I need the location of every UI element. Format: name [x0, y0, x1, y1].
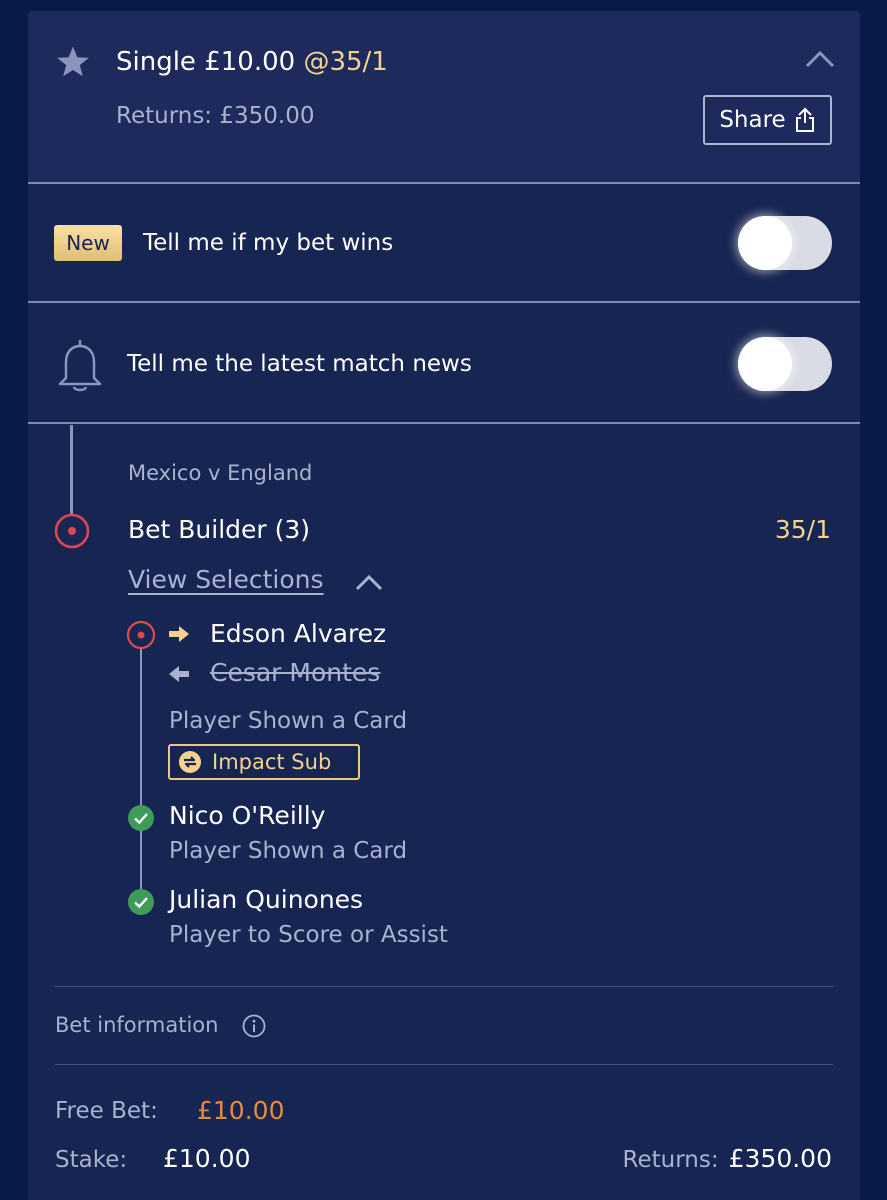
bet-builder-label: Bet Builder (3): [128, 515, 311, 544]
share-icon: [795, 107, 814, 132]
free-bet-label: Free Bet:: [55, 1098, 158, 1124]
arrow-left-icon: [169, 666, 189, 682]
event-name: Mexico v England: [128, 461, 313, 485]
bet-information-label[interactable]: Bet information: [55, 1013, 218, 1037]
selection-player: Nico O'Reilly: [169, 801, 326, 830]
bet-returns: Returns: £350.00: [116, 103, 315, 129]
selection-market: Player Shown a Card: [169, 838, 408, 864]
player-in: Edson Alvarez: [210, 619, 387, 648]
impact-sub-label: Impact Sub: [212, 750, 332, 774]
check-icon: [128, 889, 154, 915]
share-button[interactable]: Share: [703, 95, 832, 145]
notify-win-label: Tell me if my bet wins: [143, 230, 394, 256]
chevron-up-icon[interactable]: [804, 49, 836, 69]
divider: [28, 301, 860, 303]
returns-summary: Returns: £350.00: [623, 1144, 832, 1173]
pending-dot-icon: [126, 620, 156, 650]
notify-news-toggle[interactable]: [738, 337, 832, 391]
share-label: Share: [719, 107, 786, 133]
stake-label: Stake:: [55, 1147, 128, 1173]
chevron-up-icon[interactable]: [354, 573, 384, 593]
new-badge: New: [54, 225, 122, 261]
toggle-knob: [738, 337, 792, 391]
check-icon: [128, 805, 154, 831]
bet-builder-odds: 35/1: [774, 515, 831, 544]
returns-value: £350.00: [728, 1144, 832, 1173]
selection-market: Player Shown a Card: [169, 708, 408, 734]
bet-title: Single £10.00 @35/1: [116, 47, 388, 77]
bet-header[interactable]: Single £10.00 @35/1 Returns: £350.00 Sha…: [28, 11, 860, 183]
bet-stake-title: Single £10.00: [116, 47, 296, 77]
stake-value: £10.00: [163, 1144, 251, 1173]
impact-sub-badge: Impact Sub: [168, 744, 360, 780]
selections-line: [140, 649, 142, 911]
divider: [55, 1064, 833, 1065]
info-icon[interactable]: [242, 1014, 266, 1038]
divider: [55, 986, 833, 987]
player-out: Cesar Montes: [210, 658, 381, 687]
selection-market: Player to Score or Assist: [169, 922, 448, 948]
pending-dot-icon: [54, 513, 90, 549]
toggle-knob: [738, 216, 792, 270]
star-icon[interactable]: [54, 45, 92, 79]
notify-win-toggle[interactable]: [738, 216, 832, 270]
divider: [28, 422, 860, 424]
timeline-line: [70, 425, 73, 515]
notify-news-label: Tell me the latest match news: [127, 351, 472, 377]
view-selections-link[interactable]: View Selections: [128, 565, 324, 594]
arrow-right-icon: [169, 626, 189, 642]
selection-player: Julian Quinones: [169, 885, 364, 914]
swap-icon: [179, 751, 201, 773]
returns-label: Returns:: [622, 1147, 719, 1173]
divider: [28, 182, 860, 184]
bell-icon: [58, 340, 102, 392]
free-bet-value: £10.00: [197, 1096, 285, 1125]
bet-odds: @35/1: [303, 47, 388, 77]
bet-card: Single £10.00 @35/1 Returns: £350.00 Sha…: [28, 11, 860, 1200]
